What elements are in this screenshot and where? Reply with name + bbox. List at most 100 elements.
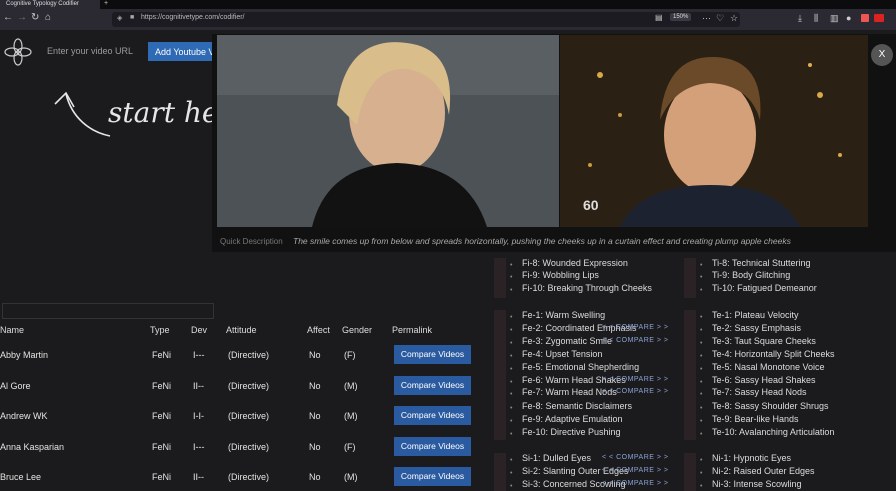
compare-link[interactable]: < < COMPARE > > [602, 480, 669, 487]
new-tab-icon[interactable]: + [104, 0, 108, 7]
more-icon[interactable]: ··· [702, 13, 711, 23]
header-affect[interactable]: Affect [307, 325, 330, 335]
bullet-icon: • [700, 483, 703, 490]
signal-item-right[interactable]: Te-5: Nasal Monotone Voice [712, 362, 825, 372]
zoom-level[interactable]: 150% [670, 13, 692, 21]
bullet-icon: • [510, 262, 513, 269]
signal-item-left[interactable]: Fe-3: Zygomatic Smile [522, 336, 612, 346]
signal-item-right[interactable]: Ti-8: Technical Stuttering [712, 258, 811, 268]
download-icon[interactable]: ⤓ [798, 13, 802, 24]
bullet-icon: • [510, 418, 513, 425]
compare-videos-button[interactable]: Compare Videos [394, 467, 471, 486]
compare-videos-button[interactable]: Compare Videos [394, 376, 471, 395]
shield-icon[interactable]: ◈ [117, 14, 122, 22]
library-icon[interactable]: ⫼ [814, 13, 818, 24]
compare-videos-button[interactable]: Compare Videos [394, 437, 471, 456]
signal-item-left[interactable]: Si-1: Dulled Eyes [522, 453, 591, 463]
row-affect: No [309, 411, 321, 421]
signal-item-right[interactable]: Te-3: Taut Square Cheeks [712, 336, 816, 346]
signal-item-left[interactable]: Fe-8: Semantic Disclaimers [522, 401, 632, 411]
row-dev: II-- [193, 381, 204, 391]
bullet-icon: • [700, 287, 703, 294]
signal-item-right[interactable]: Te-2: Sassy Emphasis [712, 323, 801, 333]
signal-item-right[interactable]: Te-7: Sassy Head Nods [712, 387, 807, 397]
extension-icon[interactable] [874, 14, 884, 22]
bullet-icon: • [510, 366, 513, 373]
compare-link[interactable]: < < COMPARE > > [602, 337, 669, 344]
signal-item-right[interactable]: Ni-2: Raised Outer Edges [712, 466, 815, 476]
row-type: FeNi [152, 381, 172, 391]
extension-icon[interactable] [861, 14, 869, 22]
bullet-icon: • [700, 379, 703, 386]
signal-item-right[interactable]: Ti-9: Body Glitching [712, 270, 790, 280]
bullet-icon: • [510, 391, 513, 398]
signal-item-left[interactable]: Fe-5: Emotional Shepherding [522, 362, 639, 372]
signal-item-right[interactable]: Te-6: Sassy Head Shakes [712, 375, 816, 385]
compare-link[interactable]: < < COMPARE > > [602, 376, 669, 383]
video-player-left[interactable] [217, 35, 559, 227]
signal-item-right[interactable]: Te-4: Horizontally Split Cheeks [712, 349, 835, 359]
bookmark-star-icon[interactable]: ☆ [730, 13, 738, 24]
group-bar [494, 453, 506, 491]
group-bar [684, 310, 696, 440]
header-gender[interactable]: Gender [342, 325, 372, 335]
row-affect: No [309, 442, 321, 452]
reload-icon[interactable]: ↻ [31, 12, 39, 23]
signal-item-left[interactable]: Fi-8: Wounded Expression [522, 258, 628, 268]
row-gender: (F) [344, 442, 356, 452]
account-icon[interactable]: ● [846, 13, 851, 23]
compare-link[interactable]: < < COMPARE > > [602, 454, 669, 461]
home-icon[interactable]: ⌂ [45, 12, 51, 23]
signal-item-left[interactable]: Fi-10: Breaking Through Cheeks [522, 283, 652, 293]
compare-videos-button[interactable]: Compare Videos [394, 345, 471, 364]
signal-item-right[interactable]: Te-9: Bear-like Hands [712, 414, 799, 424]
pocket-icon[interactable]: ♡ [716, 13, 724, 24]
compare-link[interactable]: < < COMPARE > > [602, 324, 669, 331]
header-type[interactable]: Type [150, 325, 170, 335]
site-logo[interactable] [3, 37, 33, 67]
table-search-input[interactable] [2, 303, 214, 319]
bullet-icon: • [510, 353, 513, 360]
row-type: FeNi [152, 472, 172, 482]
group-bar [684, 453, 696, 491]
signal-item-right[interactable]: Te-8: Sassy Shoulder Shrugs [712, 401, 829, 411]
sidebar-icon[interactable]: ▥ [830, 13, 839, 24]
video-url-input[interactable]: Enter your video URL [47, 46, 133, 56]
row-type: FeNi [152, 411, 172, 421]
signal-item-right[interactable]: Ni-3: Intense Scowling [712, 479, 802, 489]
lock-icon[interactable]: ■ [130, 14, 134, 21]
forward-icon[interactable]: → [17, 12, 27, 23]
compare-videos-button[interactable]: Compare Videos [394, 406, 471, 425]
close-button[interactable]: X [871, 44, 893, 66]
compare-link[interactable]: < < COMPARE > > [602, 467, 669, 474]
header-dev[interactable]: Dev [191, 325, 207, 335]
compare-link[interactable]: < < COMPARE > > [602, 388, 669, 395]
signal-item-right[interactable]: Ti-10: Fatigued Demeanor [712, 283, 817, 293]
signal-item-left[interactable]: Fe-1: Warm Swelling [522, 310, 605, 320]
signal-item-left[interactable]: Fe-9: Adaptive Emulation [522, 414, 623, 424]
row-attitude: (Directive) [228, 381, 270, 391]
bullet-icon: • [700, 431, 703, 438]
add-youtube-video-button[interactable]: Add Youtube V [148, 42, 214, 61]
header-attitude[interactable]: Attitude [226, 325, 257, 335]
signal-item-right[interactable]: Te-1: Plateau Velocity [712, 310, 799, 320]
signal-item-left[interactable]: Fi-9: Wobbling Lips [522, 270, 599, 280]
signal-item-left[interactable]: Fe-4: Upset Tension [522, 349, 602, 359]
bullet-icon: • [510, 457, 513, 464]
bullet-icon: • [510, 314, 513, 321]
bullet-icon: • [700, 457, 703, 464]
row-dev: II-- [193, 472, 204, 482]
header-name[interactable]: Name [0, 325, 24, 335]
back-icon[interactable]: ← [3, 12, 13, 23]
signal-item-right[interactable]: Te-10: Avalanching Articulation [712, 427, 834, 437]
group-bar [494, 310, 506, 440]
header-permalink[interactable]: Permalink [392, 325, 432, 335]
url-text[interactable]: https://cognitivetype.com/codifier/ [141, 14, 245, 21]
reader-icon[interactable]: ▤ [655, 13, 663, 22]
signal-item-right[interactable]: Ni-1: Hypnotic Eyes [712, 453, 791, 463]
browser-tab[interactable]: Cognitive Typology Codifier [0, 0, 100, 9]
video-player-right[interactable] [560, 35, 868, 227]
bullet-icon: • [700, 327, 703, 334]
signal-item-left[interactable]: Fe-10: Directive Pushing [522, 427, 621, 437]
row-attitude: (Directive) [228, 411, 270, 421]
